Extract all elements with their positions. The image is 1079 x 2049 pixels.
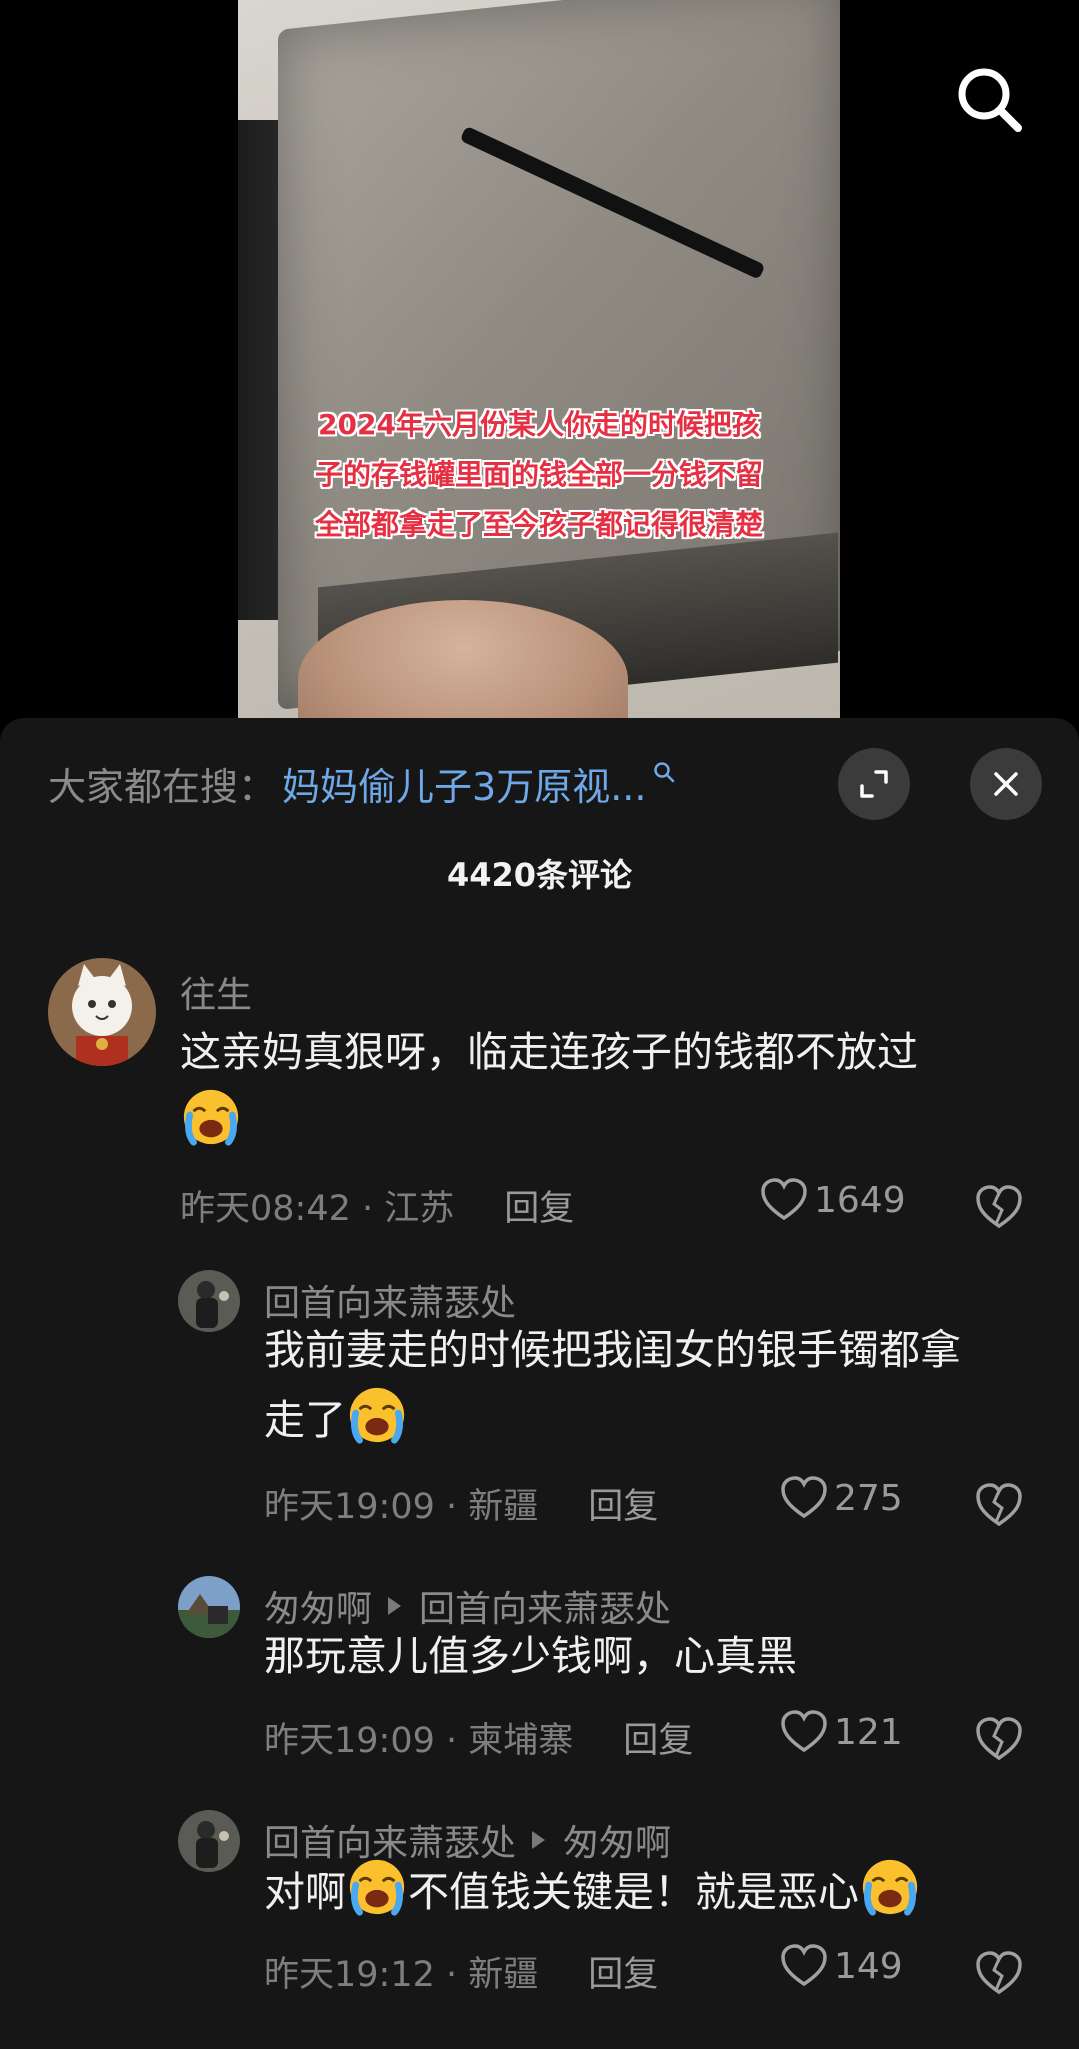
comment-text: 对啊 不值钱关键是！就是恶心	[264, 1856, 1079, 1926]
avatar[interactable]	[178, 1270, 240, 1332]
close-button[interactable]	[970, 748, 1042, 820]
comment-time-location: 昨天19:09 · 柬埔寨	[264, 1721, 574, 1761]
comment-meta: 昨天19:09 · 柬埔寨 回复	[264, 1712, 693, 1763]
heart-icon	[781, 1476, 827, 1519]
comment-sheet: 大家都在搜： 妈妈偷儿子3万原视... 4420条评论 往生 这亲妈真狠呀，临走…	[0, 718, 1079, 2049]
comment-username[interactable]: 往生	[180, 966, 252, 1018]
crying-emoji-icon	[862, 1859, 918, 1916]
expand-icon	[860, 770, 888, 798]
search-icon	[654, 762, 675, 783]
search-icon	[958, 68, 1022, 132]
reply-arrow-icon	[532, 1831, 546, 1849]
video-caption: 2024年六月份某人你走的时候把孩 子的存钱罐里面的钱全部一分钱不留 全部都拿走…	[238, 400, 840, 550]
comment-meta: 昨天08:42 · 江苏 回复	[180, 1180, 574, 1231]
like-count: 1649	[814, 1179, 906, 1221]
comment-meta: 昨天19:12 · 新疆 回复	[264, 1946, 658, 1997]
comment-text: 这亲妈真狠呀，临走连孩子的钱都不放过	[180, 1018, 1000, 1156]
caption-line: 子的存钱罐里面的钱全部一分钱不留	[314, 458, 763, 491]
video-player[interactable]: 2024年六月份某人你走的时候把孩 子的存钱罐里面的钱全部一分钱不留 全部都拿走…	[0, 0, 1079, 718]
reply-button[interactable]: 回复	[623, 1712, 693, 1763]
comment-time-location: 昨天19:09 · 新疆	[264, 1487, 539, 1527]
search-suggestion-query[interactable]: 妈妈偷儿子3万原视...	[282, 756, 646, 811]
heart-icon	[761, 1178, 807, 1221]
like-button[interactable]: 121	[780, 1710, 903, 1754]
reply-button[interactable]: 回复	[588, 1478, 658, 1529]
broken-heart-icon[interactable]	[974, 1184, 1024, 1230]
broken-heart-icon[interactable]	[974, 1950, 1024, 1996]
figure-avatar-icon	[178, 1810, 240, 1872]
comment-text: 我前妻走的时候把我闺女的银手镯都拿 走了	[264, 1316, 1079, 1454]
crying-emoji-icon	[183, 1089, 239, 1146]
figure-avatar-icon	[178, 1270, 240, 1332]
heart-icon	[781, 1710, 827, 1753]
reply-arrow-icon	[388, 1597, 402, 1615]
landscape-avatar-icon	[178, 1576, 240, 1638]
heart-icon	[781, 1944, 827, 1987]
search-suggestion[interactable]: 大家都在搜： 妈妈偷儿子3万原视...	[48, 756, 676, 811]
crying-emoji-icon	[349, 1387, 405, 1444]
comment-text-line: 走了	[264, 1396, 346, 1444]
like-count: 149	[834, 1945, 903, 1987]
like-count: 275	[834, 1477, 903, 1519]
comment-count: 4420条评论	[446, 856, 633, 894]
search-suggestion-prefix: 大家都在搜：	[48, 764, 277, 809]
reply-button[interactable]: 回复	[588, 1946, 658, 1997]
like-button[interactable]: 275	[780, 1476, 903, 1520]
broken-heart-icon[interactable]	[974, 1482, 1024, 1528]
avatar[interactable]	[48, 958, 156, 1066]
comment-text-part: 不值钱关键是！就是恶心	[408, 1868, 859, 1916]
like-button[interactable]: 149	[780, 1944, 903, 1988]
expand-button[interactable]	[838, 748, 910, 820]
video-frame[interactable]: 2024年六月份某人你走的时候把孩 子的存钱罐里面的钱全部一分钱不留 全部都拿走…	[238, 0, 840, 718]
comment-text-content: 这亲妈真狠呀，临走连孩子的钱都不放过	[180, 1028, 918, 1076]
cat-avatar-icon	[48, 958, 156, 1066]
comment-time-location: 昨天08:42 · 江苏	[180, 1189, 455, 1229]
caption-line: 2024年六月份某人你走的时候把孩	[318, 408, 760, 441]
search-button[interactable]	[950, 60, 1030, 140]
reply-button[interactable]: 回复	[504, 1180, 574, 1231]
screen: 2024年六月份某人你走的时候把孩 子的存钱罐里面的钱全部一分钱不留 全部都拿走…	[0, 0, 1079, 2049]
broken-heart-icon[interactable]	[974, 1716, 1024, 1762]
caption-line: 全部都拿走了至今孩子都记得很清楚	[314, 508, 763, 541]
comment-text-line: 我前妻走的时候把我闺女的银手镯都拿	[264, 1326, 961, 1374]
crying-emoji-icon	[349, 1859, 405, 1916]
like-count: 121	[834, 1711, 903, 1753]
comment-text: 那玩意儿值多少钱啊，心真黑	[264, 1632, 797, 1680]
avatar[interactable]	[178, 1810, 240, 1872]
comment-time-location: 昨天19:12 · 新疆	[264, 1955, 539, 1995]
comment-meta: 昨天19:09 · 新疆 回复	[264, 1478, 658, 1529]
close-icon	[994, 772, 1018, 796]
like-button[interactable]: 1649	[760, 1178, 906, 1222]
avatar[interactable]	[178, 1576, 240, 1638]
comment-text-part: 对啊	[264, 1868, 346, 1916]
